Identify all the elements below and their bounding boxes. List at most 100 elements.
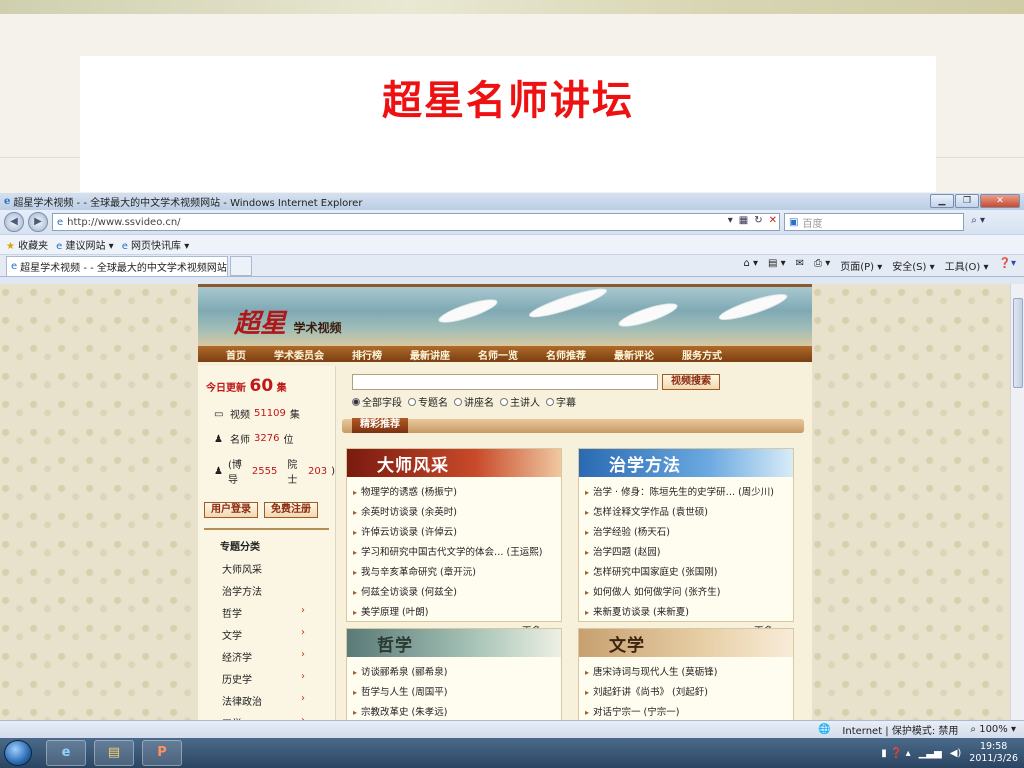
nav-recommended[interactable]: 名师推荐: [546, 347, 586, 362]
tools-menu[interactable]: 工具(O) ▾: [945, 258, 989, 273]
triangle-right-icon: ▸: [353, 568, 358, 577]
stat-teachers: ♟ 名师 3276 位: [214, 433, 294, 446]
category-item[interactable]: 治学方法: [204, 579, 329, 601]
lecture-link[interactable]: ▸ 对话宁宗一 (宁宗一): [585, 701, 793, 720]
scroll-thumb[interactable]: [1013, 298, 1023, 388]
category-item[interactable]: 法律政治 ›: [204, 689, 329, 711]
feeds-icon[interactable]: ▤ ▾: [768, 258, 786, 273]
category-item[interactable]: 大师风采: [204, 557, 329, 579]
category-item[interactable]: 文学 ›: [204, 623, 329, 645]
nav-latest-comments[interactable]: 最新评论: [614, 347, 654, 362]
lecture-link[interactable]: ▸ 宗教改革史 (朱孝远): [353, 701, 561, 720]
search-icon[interactable]: ⌕ ▾: [971, 215, 985, 226]
lecture-link[interactable]: ▸ 治学 · 修身：陈垣先生的史学研… (周少川): [585, 481, 793, 501]
help-icon[interactable]: ❓▾: [999, 258, 1016, 273]
lecture-link[interactable]: ▸ 怎样研究中国家庭史 (张国刚): [585, 561, 793, 581]
refresh-icon[interactable]: ↻: [754, 215, 762, 226]
print-icon[interactable]: ⎙ ▾: [814, 258, 830, 273]
fav-web-slice[interactable]: e 网页快讯库 ▾: [122, 237, 190, 252]
new-tab-button[interactable]: [230, 255, 252, 276]
site-logo[interactable]: 超星 学术视频: [234, 303, 342, 340]
taskbar-ie-icon[interactable]: e: [46, 740, 86, 766]
triangle-right-icon: ▸: [353, 588, 358, 597]
login-button[interactable]: 用户登录: [204, 502, 258, 518]
nav-service[interactable]: 服务方式: [682, 347, 722, 362]
category-item[interactable]: 工学›: [204, 711, 329, 720]
dropdown-icon[interactable]: ▾: [728, 215, 733, 226]
lecture-link[interactable]: ▸ 余英时访谈录 (余英时): [353, 501, 561, 521]
radio-topic[interactable]: 专题名: [408, 394, 448, 409]
start-button[interactable]: [4, 740, 32, 766]
lecture-link[interactable]: ▸ 来新夏访谈录 (来新夏): [585, 601, 793, 621]
video-search-button[interactable]: 视频搜索: [662, 374, 720, 390]
window-title: 超星学术视频 - - 全球最大的中文学术视频网站 - Windows Inter…: [13, 198, 363, 209]
zoom-level[interactable]: ⌕ 100% ▾: [970, 724, 1016, 735]
nav-teachers[interactable]: 名师一览: [478, 347, 518, 362]
triangle-right-icon: ▸: [353, 548, 358, 557]
status-bar: 🌐 Internet | 保护模式: 禁用 ⌕ 100% ▾: [0, 720, 1024, 738]
lecture-link[interactable]: ▸ 刘起釪讲《尚书》 (刘起釪): [585, 681, 793, 701]
category-item[interactable]: 哲学 ›: [204, 601, 329, 623]
lecture-link[interactable]: ▸ 如何做人 如何做学问 (张齐生): [585, 581, 793, 601]
mail-icon[interactable]: ✉: [796, 258, 804, 273]
auth-buttons: 用户登录 免费注册: [204, 502, 335, 518]
lecture-link[interactable]: ▸ 治学经验 (杨天石): [585, 521, 793, 541]
category-item[interactable]: 经济学 ›: [204, 645, 329, 667]
nav-ranking[interactable]: 排行榜: [352, 347, 382, 362]
nav-latest-lectures[interactable]: 最新讲座: [410, 347, 450, 362]
page-menu[interactable]: 页面(P) ▾: [840, 258, 882, 273]
radio-all-fields[interactable]: 全部字段: [352, 394, 402, 409]
safety-menu[interactable]: 安全(S) ▾: [892, 258, 934, 273]
lecture-link[interactable]: ▸ 学习和研究中国古代文学的体会… (王运熙): [353, 541, 561, 561]
box-title: 文学: [579, 629, 793, 657]
volume-icon[interactable]: ◀): [950, 748, 962, 759]
taskbar-powerpoint-icon[interactable]: P: [142, 740, 182, 766]
network-icon[interactable]: ▁▃▅: [919, 748, 942, 759]
maximize-button[interactable]: ❐: [955, 194, 979, 208]
vertical-scrollbar[interactable]: [1010, 284, 1024, 720]
lecture-link[interactable]: ▸ 何兹全访谈录 (何兹全): [353, 581, 561, 601]
lecture-link[interactable]: ▸ 唐宋诗词与现代人生 (莫砺锋): [585, 661, 793, 681]
stop-icon[interactable]: ✕: [769, 215, 777, 226]
minimize-button[interactable]: ▁: [930, 194, 954, 208]
today-count: 60: [249, 376, 274, 396]
page-viewport: 超星 学术视频 首页 学术委员会 排行榜 最新讲座 名师一览 名师推荐 最新评论…: [0, 284, 1010, 720]
lecture-link[interactable]: ▸ 访谈郦希泉 (郦希泉): [353, 661, 561, 681]
clock[interactable]: 19:58 2011/3/26: [969, 741, 1018, 765]
nav-committee[interactable]: 学术委员会: [274, 347, 324, 362]
slide-title-box: 超星名师讲坛: [80, 56, 936, 192]
fav-suggested-sites[interactable]: e 建议网站 ▾: [56, 237, 114, 252]
triangle-right-icon: ▸: [585, 508, 590, 517]
lecture-link[interactable]: ▸ 物理学的诱惑 (杨振宁): [353, 481, 561, 501]
lecture-link[interactable]: ▸ 哲学与人生 (周国平): [353, 681, 561, 701]
lecture-link[interactable]: ▸ 治学四题 (赵园): [585, 541, 793, 561]
close-button[interactable]: ✕: [980, 194, 1020, 208]
radio-subtitles[interactable]: 字幕: [546, 394, 576, 409]
featured-label: 精彩推荐: [352, 418, 408, 433]
taskbar-explorer-icon[interactable]: ▤: [94, 740, 134, 766]
lecture-link[interactable]: ▸ 我与辛亥革命研究 (章开沅): [353, 561, 561, 581]
radio-lecture[interactable]: 讲座名: [454, 394, 494, 409]
register-button[interactable]: 免费注册: [264, 502, 318, 518]
search-box[interactable]: ▣ 百度 ⌕ ▾: [784, 213, 985, 231]
radio-speaker[interactable]: 主讲人: [500, 394, 540, 409]
ie-icon: e: [4, 196, 11, 207]
category-item[interactable]: 历史学 ›: [204, 667, 329, 689]
browser-tab[interactable]: e 超星学术视频 - - 全球最大的中文学术视频网站: [6, 255, 228, 276]
favorites-button[interactable]: ★ 收藏夹: [6, 237, 48, 252]
video-search-input[interactable]: [352, 374, 658, 390]
tray-icons[interactable]: ▮ ❓ ▴: [881, 748, 910, 759]
lecture-link[interactable]: ▸ 美学原理 (叶朗): [353, 601, 561, 621]
compat-icon[interactable]: ▦: [739, 215, 748, 226]
triangle-right-icon: ▸: [585, 548, 590, 557]
forward-button[interactable]: ▶: [28, 212, 48, 232]
nav-home[interactable]: 首页: [226, 347, 246, 362]
box-masters: 大师风采 ▸ 物理学的诱惑 (杨振宁) ▸ 余英时访谈录 (余英时) ▸ 许倬云访谈录…: [346, 448, 562, 637]
back-button[interactable]: ◀: [4, 212, 24, 232]
lecture-link[interactable]: ▸ 怎样诠释文学作品 (袁世硕): [585, 501, 793, 521]
home-icon[interactable]: ⌂ ▾: [743, 258, 758, 273]
address-bar[interactable]: e http://www.ssvideo.cn/ ▾ ▦ ↻ ✕: [52, 213, 780, 231]
lecture-link[interactable]: ▸ 许倬云访谈录 (许倬云): [353, 521, 561, 541]
chevron-right-icon: ›: [301, 605, 305, 616]
box-philosophy: 哲学 ▸ 访谈郦希泉 (郦希泉) ▸ 哲学与人生 (周国平) ▸ 宗教改革史 (朱孝远…: [346, 628, 562, 720]
